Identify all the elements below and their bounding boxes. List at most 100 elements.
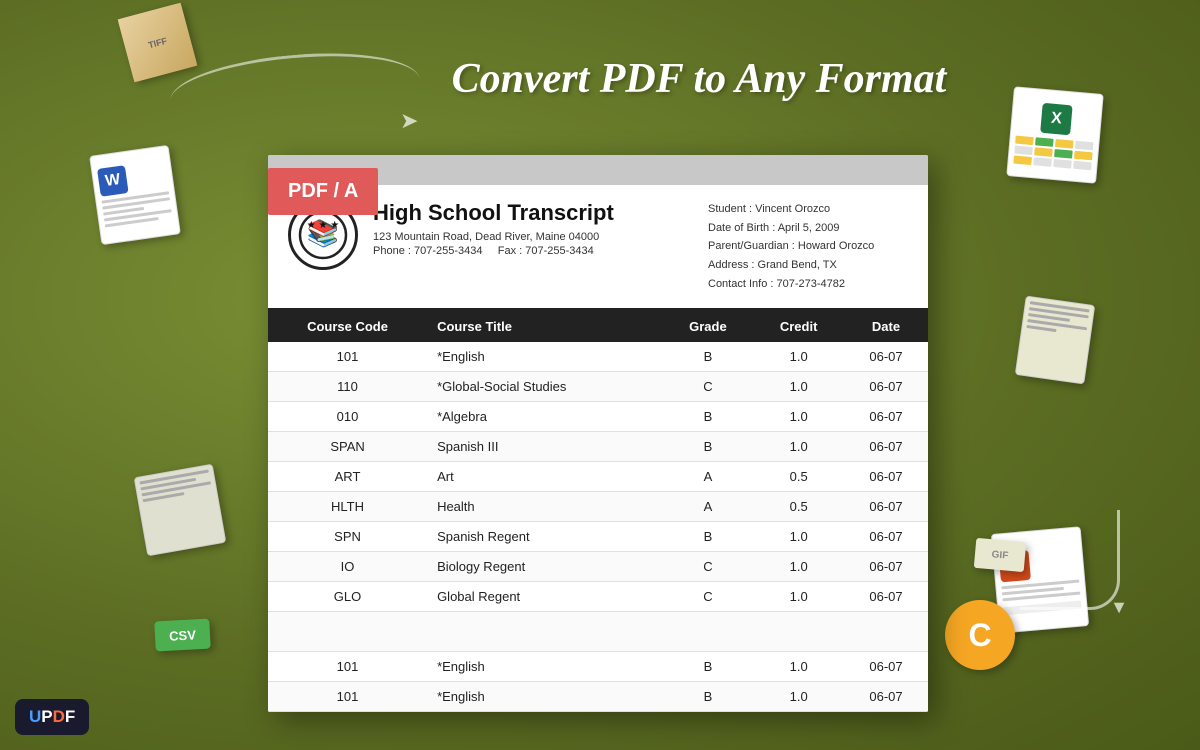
cell-credit: 1.0 bbox=[753, 372, 844, 402]
doc-address: 123 Mountain Road, Dead River, Maine 040… bbox=[373, 231, 708, 243]
cell-code: ART bbox=[268, 462, 427, 492]
c-icon: C bbox=[945, 600, 1015, 670]
cell-credit: 1.0 bbox=[753, 682, 844, 712]
word-w-icon: W bbox=[97, 165, 129, 197]
headline: Convert PDF to Any Format bbox=[452, 55, 947, 103]
cell-date: 06-07 bbox=[844, 522, 928, 552]
gif-icon: GIF bbox=[974, 538, 1026, 572]
cell-code: 101 bbox=[268, 682, 427, 712]
word-lines bbox=[101, 191, 173, 230]
cell-grade: B bbox=[663, 652, 754, 682]
cell-code: GLO bbox=[268, 582, 427, 612]
student-dob: Date of Birth : April 5, 2009 bbox=[708, 219, 908, 238]
cell-title: Global Regent bbox=[427, 582, 662, 612]
cell-date: 06-07 bbox=[844, 462, 928, 492]
updf-badge: UPDF bbox=[15, 699, 89, 735]
cell-grade: C bbox=[663, 552, 754, 582]
doc-student-info: Student : Vincent Orozco Date of Birth :… bbox=[708, 200, 908, 293]
doc-fax: Fax : 707-255-3434 bbox=[498, 245, 594, 257]
table-row: 101*EnglishB1.006-07 bbox=[268, 342, 928, 372]
table-row: 101*EnglishB1.006-07 bbox=[268, 652, 928, 682]
cell-code: 010 bbox=[268, 402, 427, 432]
tiff-icon: TIFF bbox=[118, 3, 198, 83]
cell-date: 06-07 bbox=[844, 402, 928, 432]
updf-u: U bbox=[29, 707, 41, 726]
cell-grade: C bbox=[663, 372, 754, 402]
cell-title: Biology Regent bbox=[427, 552, 662, 582]
cell-title: *Global-Social Studies bbox=[427, 372, 662, 402]
student-contact: Contact Info : 707-273-4782 bbox=[708, 275, 908, 294]
updf-f: F bbox=[65, 707, 75, 726]
cell-title: *Algebra bbox=[427, 402, 662, 432]
cell-date: 06-07 bbox=[844, 652, 928, 682]
table-row: IOBiology RegentC1.006-07 bbox=[268, 552, 928, 582]
cell-grade: C bbox=[663, 582, 754, 612]
cell-grade: B bbox=[663, 432, 754, 462]
excel-grid bbox=[1013, 135, 1093, 170]
doc-phone-fax: Phone : 707-255-3434 Fax : 707-255-3434 bbox=[373, 245, 708, 257]
cell-code: 101 bbox=[268, 652, 427, 682]
svg-text:★ ★ ★: ★ ★ ★ bbox=[307, 220, 339, 231]
cell-credit: 1.0 bbox=[753, 582, 844, 612]
cell-title: Health bbox=[427, 492, 662, 522]
cell-code: HLTH bbox=[268, 492, 427, 522]
cell-credit: 0.5 bbox=[753, 462, 844, 492]
table-row: GLOGlobal RegentC1.006-07 bbox=[268, 582, 928, 612]
cell-date: 06-07 bbox=[844, 372, 928, 402]
cell-date: 06-07 bbox=[844, 342, 928, 372]
cell-credit: 0.5 bbox=[753, 492, 844, 522]
cell-code: IO bbox=[268, 552, 427, 582]
student-guardian: Parent/Guardian : Howard Orozco bbox=[708, 237, 908, 256]
cell-credit: 1.0 bbox=[753, 522, 844, 552]
table-row: SPNSpanish RegentB1.006-07 bbox=[268, 522, 928, 552]
doc-title-section: High School Transcript 123 Mountain Road… bbox=[373, 200, 708, 293]
doc-phone: Phone : 707-255-3434 bbox=[373, 245, 482, 257]
cell-code: 110 bbox=[268, 372, 427, 402]
small-doc-right bbox=[1015, 296, 1095, 385]
col-header-code: Course Code bbox=[268, 311, 427, 342]
table-row: HLTHHealthA0.506-07 bbox=[268, 492, 928, 522]
tiff-label: TIFF bbox=[147, 35, 168, 50]
cell-code: SPAN bbox=[268, 432, 427, 462]
table-row: SPANSpanish IIIB1.006-07 bbox=[268, 432, 928, 462]
cell-date: 06-07 bbox=[844, 552, 928, 582]
transcript-table: Course Code Course Title Grade Credit Da… bbox=[268, 311, 928, 712]
cell-credit: 1.0 bbox=[753, 652, 844, 682]
cell-title: *English bbox=[427, 342, 662, 372]
cell-credit: 1.0 bbox=[753, 402, 844, 432]
pdf-a-badge: PDF / A bbox=[268, 168, 378, 215]
student-name: Student : Vincent Orozco bbox=[708, 200, 908, 219]
doc-title: High School Transcript bbox=[373, 200, 708, 226]
table-row: 110*Global-Social StudiesC1.006-07 bbox=[268, 372, 928, 402]
curve-arrow-top bbox=[167, 44, 422, 136]
arrow-pointer-bottom: ▼ bbox=[1110, 597, 1128, 618]
table-body: 101*EnglishB1.006-07110*Global-Social St… bbox=[268, 342, 928, 712]
table-row: 101*EnglishB1.006-07 bbox=[268, 682, 928, 712]
cell-date: 06-07 bbox=[844, 432, 928, 462]
cell-title: *English bbox=[427, 652, 662, 682]
cell-date: 06-07 bbox=[844, 582, 928, 612]
updf-d: D bbox=[53, 707, 65, 726]
cell-grade: A bbox=[663, 492, 754, 522]
cell-grade: B bbox=[663, 342, 754, 372]
gif-label: GIF bbox=[991, 549, 1009, 561]
cell-credit: 1.0 bbox=[753, 432, 844, 462]
cell-code: 101 bbox=[268, 342, 427, 372]
cell-grade: B bbox=[663, 522, 754, 552]
small-doc-left bbox=[134, 464, 227, 557]
col-header-grade: Grade bbox=[663, 311, 754, 342]
cell-date: 06-07 bbox=[844, 682, 928, 712]
student-address: Address : Grand Bend, TX bbox=[708, 256, 908, 275]
col-header-title: Course Title bbox=[427, 311, 662, 342]
table-row: 010*AlgebraB1.006-07 bbox=[268, 402, 928, 432]
cell-credit: 1.0 bbox=[753, 552, 844, 582]
cell-date: 06-07 bbox=[844, 492, 928, 522]
arrow-pointer-top: ➤ bbox=[400, 108, 418, 134]
table-row: ARTArtA0.506-07 bbox=[268, 462, 928, 492]
cell-credit: 1.0 bbox=[753, 342, 844, 372]
table-header-row: Course Code Course Title Grade Credit Da… bbox=[268, 311, 928, 342]
col-header-credit: Credit bbox=[753, 311, 844, 342]
cell-title: Spanish Regent bbox=[427, 522, 662, 552]
excel-icon: X bbox=[1006, 86, 1104, 184]
cell-code: SPN bbox=[268, 522, 427, 552]
